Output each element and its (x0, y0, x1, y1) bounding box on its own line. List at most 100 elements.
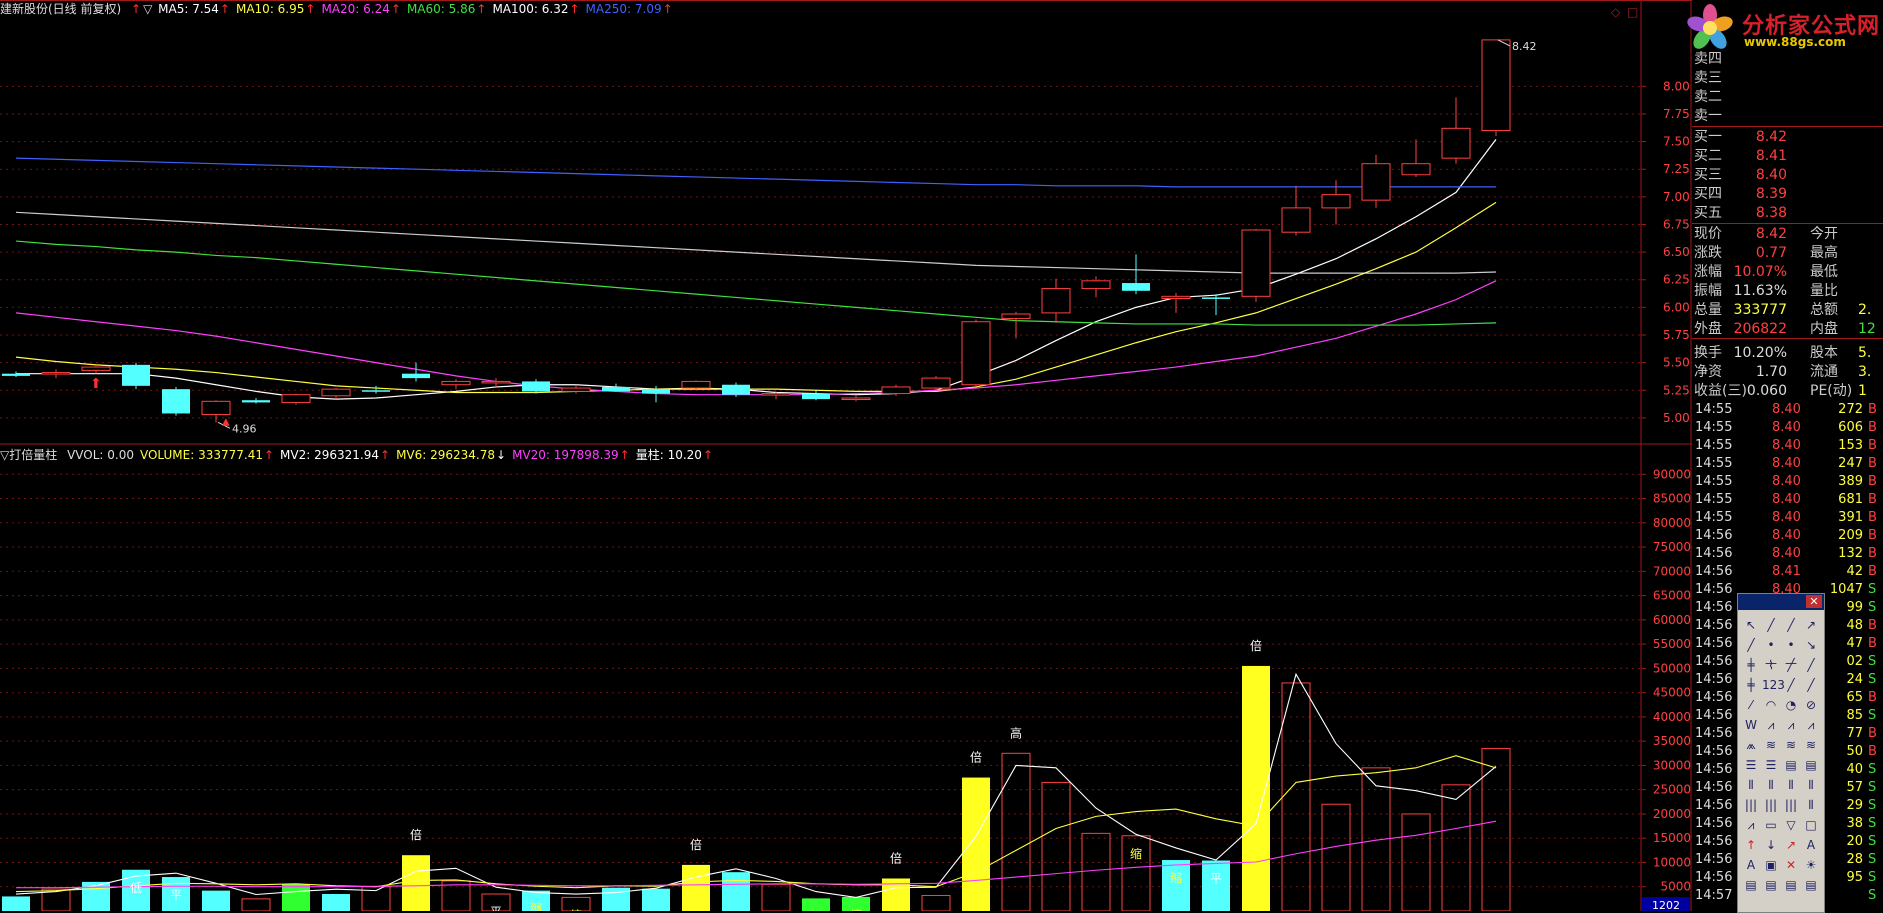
drawing-tool-icon[interactable]: ⩘ (1762, 716, 1780, 734)
drawing-tool-icon[interactable]: ≋ (1782, 736, 1800, 754)
volume-legend-item: MV6: 296234.78 (396, 448, 496, 462)
volume-signal-label: 高 (1010, 725, 1022, 740)
drawing-tool-icon[interactable]: ◠ (1762, 696, 1780, 714)
drawing-tool-icon[interactable]: □ (1802, 816, 1820, 834)
drawing-tool-icon[interactable]: ⩘ (1802, 716, 1820, 734)
drawing-tool-icon[interactable]: ╪ (1742, 656, 1760, 674)
candle-body (522, 381, 550, 392)
drawing-tool-icon[interactable]: ◔ (1782, 696, 1800, 714)
close-icon[interactable]: ✕ (1806, 595, 1822, 608)
stat-row: 外盘 206822 内盘 12 (1692, 320, 1883, 339)
trade-direction: S (1868, 582, 1877, 597)
drawing-tool-icon[interactable]: ≋ (1762, 736, 1780, 754)
drawing-tool-icon[interactable]: ⁄ (1742, 696, 1760, 714)
drawing-tool-icon[interactable]: ⩕ (1742, 736, 1760, 754)
stat-label-2: 最低 (1810, 264, 1838, 280)
drawing-tool-icon[interactable]: A (1742, 856, 1760, 874)
stat-label: 净资 (1694, 364, 1722, 380)
drawing-tool-icon[interactable]: ↗ (1802, 616, 1820, 634)
stat-value: 206822 (1733, 321, 1787, 337)
drawing-tool-icon[interactable]: ╱ (1782, 676, 1800, 694)
trade-price: 8.40 (1772, 420, 1801, 435)
drawing-tool-icon[interactable]: ⦀ (1782, 776, 1800, 794)
trade-row: 14:56 8.41 42 B (1692, 563, 1883, 581)
drawing-tool-icon[interactable]: ⫴ (1802, 796, 1820, 814)
drawing-tool-icon[interactable]: ↗ (1782, 836, 1800, 854)
price-tick-label: 7.00 (1663, 190, 1690, 204)
drawing-tool-icon[interactable]: ↓ (1762, 836, 1780, 854)
buy-label: 买二 (1694, 148, 1722, 164)
drawing-tool-icon[interactable]: W (1742, 716, 1760, 734)
candle (1241, 228, 1271, 302)
ma-toggle-icon[interactable]: ↑ (131, 2, 141, 16)
volume-signal-label: 倍 (690, 837, 702, 852)
drawing-tool-icon[interactable]: ⦀ (1762, 776, 1780, 794)
drawing-tool-icon[interactable]: ▤ (1762, 876, 1780, 894)
drawing-tool-icon[interactable]: ▽ (1782, 816, 1800, 834)
drawing-tool-icon[interactable]: A (1802, 836, 1820, 854)
drawing-tool-icon[interactable]: ||| (1742, 796, 1760, 814)
volume-bar (962, 777, 990, 911)
drawing-tool-icon[interactable]: ☰ (1742, 756, 1760, 774)
trade-row: 14:55 8.40 389 B (1692, 473, 1883, 491)
drawing-tool-icon[interactable]: •— (1782, 636, 1800, 670)
candle (1441, 97, 1471, 164)
ma-prefix[interactable]: ▽ (143, 2, 152, 16)
drawing-tool-icon[interactable]: ⦀ (1802, 776, 1820, 794)
trade-volume: 272 (1838, 402, 1863, 417)
drawing-tool-icon[interactable]: ▣ (1762, 856, 1780, 874)
drawing-tool-icon[interactable]: ↘ (1802, 636, 1820, 654)
trade-volume: 40 (1846, 762, 1863, 777)
drawing-tool-icon[interactable]: 123 (1762, 676, 1785, 694)
drawing-tool-icon[interactable]: ☀ (1802, 856, 1820, 874)
stat-label: 收益(三) (1694, 383, 1747, 399)
drawing-tool-icon[interactable]: •— (1762, 636, 1780, 670)
drawing-tool-icon[interactable]: ⩘ (1782, 716, 1800, 734)
drawing-tool-icon[interactable]: ⩘ (1742, 816, 1760, 834)
drawing-tool-icon[interactable]: ╱ (1742, 636, 1760, 654)
drawing-tool-icon[interactable]: ⌇ (1762, 656, 1780, 674)
candle-body (1241, 229, 1271, 297)
price-annotation: 8.42 (1512, 40, 1537, 53)
drawing-tool-icon[interactable]: ▭ (1762, 816, 1780, 834)
trade-volume: 48 (1846, 618, 1863, 633)
buy-price: 8.41 (1755, 148, 1787, 164)
trade-volume: 247 (1838, 456, 1863, 471)
trade-direction: S (1868, 834, 1877, 849)
drawing-tool-icon[interactable]: ▤ (1782, 876, 1800, 894)
drawing-tool-icon[interactable]: ↖ (1742, 616, 1760, 634)
drawing-tool-icon[interactable]: ||| (1762, 796, 1780, 814)
drawing-tool-icon[interactable]: ╱ (1782, 656, 1800, 674)
drawing-tool-icon[interactable]: ▤ (1802, 876, 1820, 894)
drawing-toolbar[interactable]: ✕ ↖ ╱ ╱ ↗ ╱ •— •— ↘ ╪ ⌇ ╱ ╱ ╪ 123 ╱ ╱ ⁄ ◠ ◔ ⊘ W ⩘ ⩘ ⩘ ⩕ ≋ ≋ ≋ ☰ ☰ ▤ ▤ ⦀ ⦀… (1737, 593, 1825, 913)
drawing-tool-icon[interactable]: ▤ (1802, 756, 1820, 774)
drawing-tool-icon[interactable]: ╱ (1762, 616, 1780, 634)
drawing-tool-icon[interactable]: ☰ (1762, 756, 1780, 774)
drawing-tool-icon[interactable]: ≋ (1802, 736, 1820, 754)
drawing-tool-icon[interactable]: ⊘ (1802, 696, 1820, 714)
candle (281, 393, 311, 405)
drawing-tool-icon[interactable]: ✕ (1782, 856, 1800, 874)
drawing-tool-icon[interactable]: ╱ (1802, 656, 1820, 674)
trade-direction: B (1868, 618, 1877, 633)
drawing-tool-icon[interactable]: ╱ (1802, 676, 1820, 694)
drawing-tool-icon[interactable]: ╱ (1782, 616, 1800, 634)
trade-direction: B (1868, 564, 1877, 579)
candle-body (201, 400, 231, 416)
volume-legend-arrow: ↑ (380, 448, 391, 462)
drawing-tool-icon[interactable]: ▤ (1782, 756, 1800, 774)
drawing-tool-icon[interactable]: ||| (1782, 796, 1800, 814)
stat-label: 涨跌 (1694, 245, 1722, 261)
volume-legend-item: VVOL: 0.00 (67, 448, 134, 462)
trade-volume: 132 (1838, 546, 1863, 561)
candle-body (281, 394, 311, 403)
indicator-name[interactable]: ▽打倍量柱 (0, 448, 57, 462)
trade-volume: 38 (1846, 816, 1863, 831)
drawing-tool-icon[interactable]: ↑ (1742, 836, 1760, 854)
drawing-tool-icon[interactable]: ⦀ (1742, 776, 1760, 794)
buy-row: 买五 8.38 (1692, 204, 1883, 223)
volume-tick-label: 5000 (1660, 880, 1691, 894)
trade-direction: S (1868, 870, 1877, 885)
drawing-tool-icon[interactable]: ╪ (1742, 676, 1760, 694)
drawing-tool-icon[interactable]: ▤ (1742, 876, 1760, 894)
